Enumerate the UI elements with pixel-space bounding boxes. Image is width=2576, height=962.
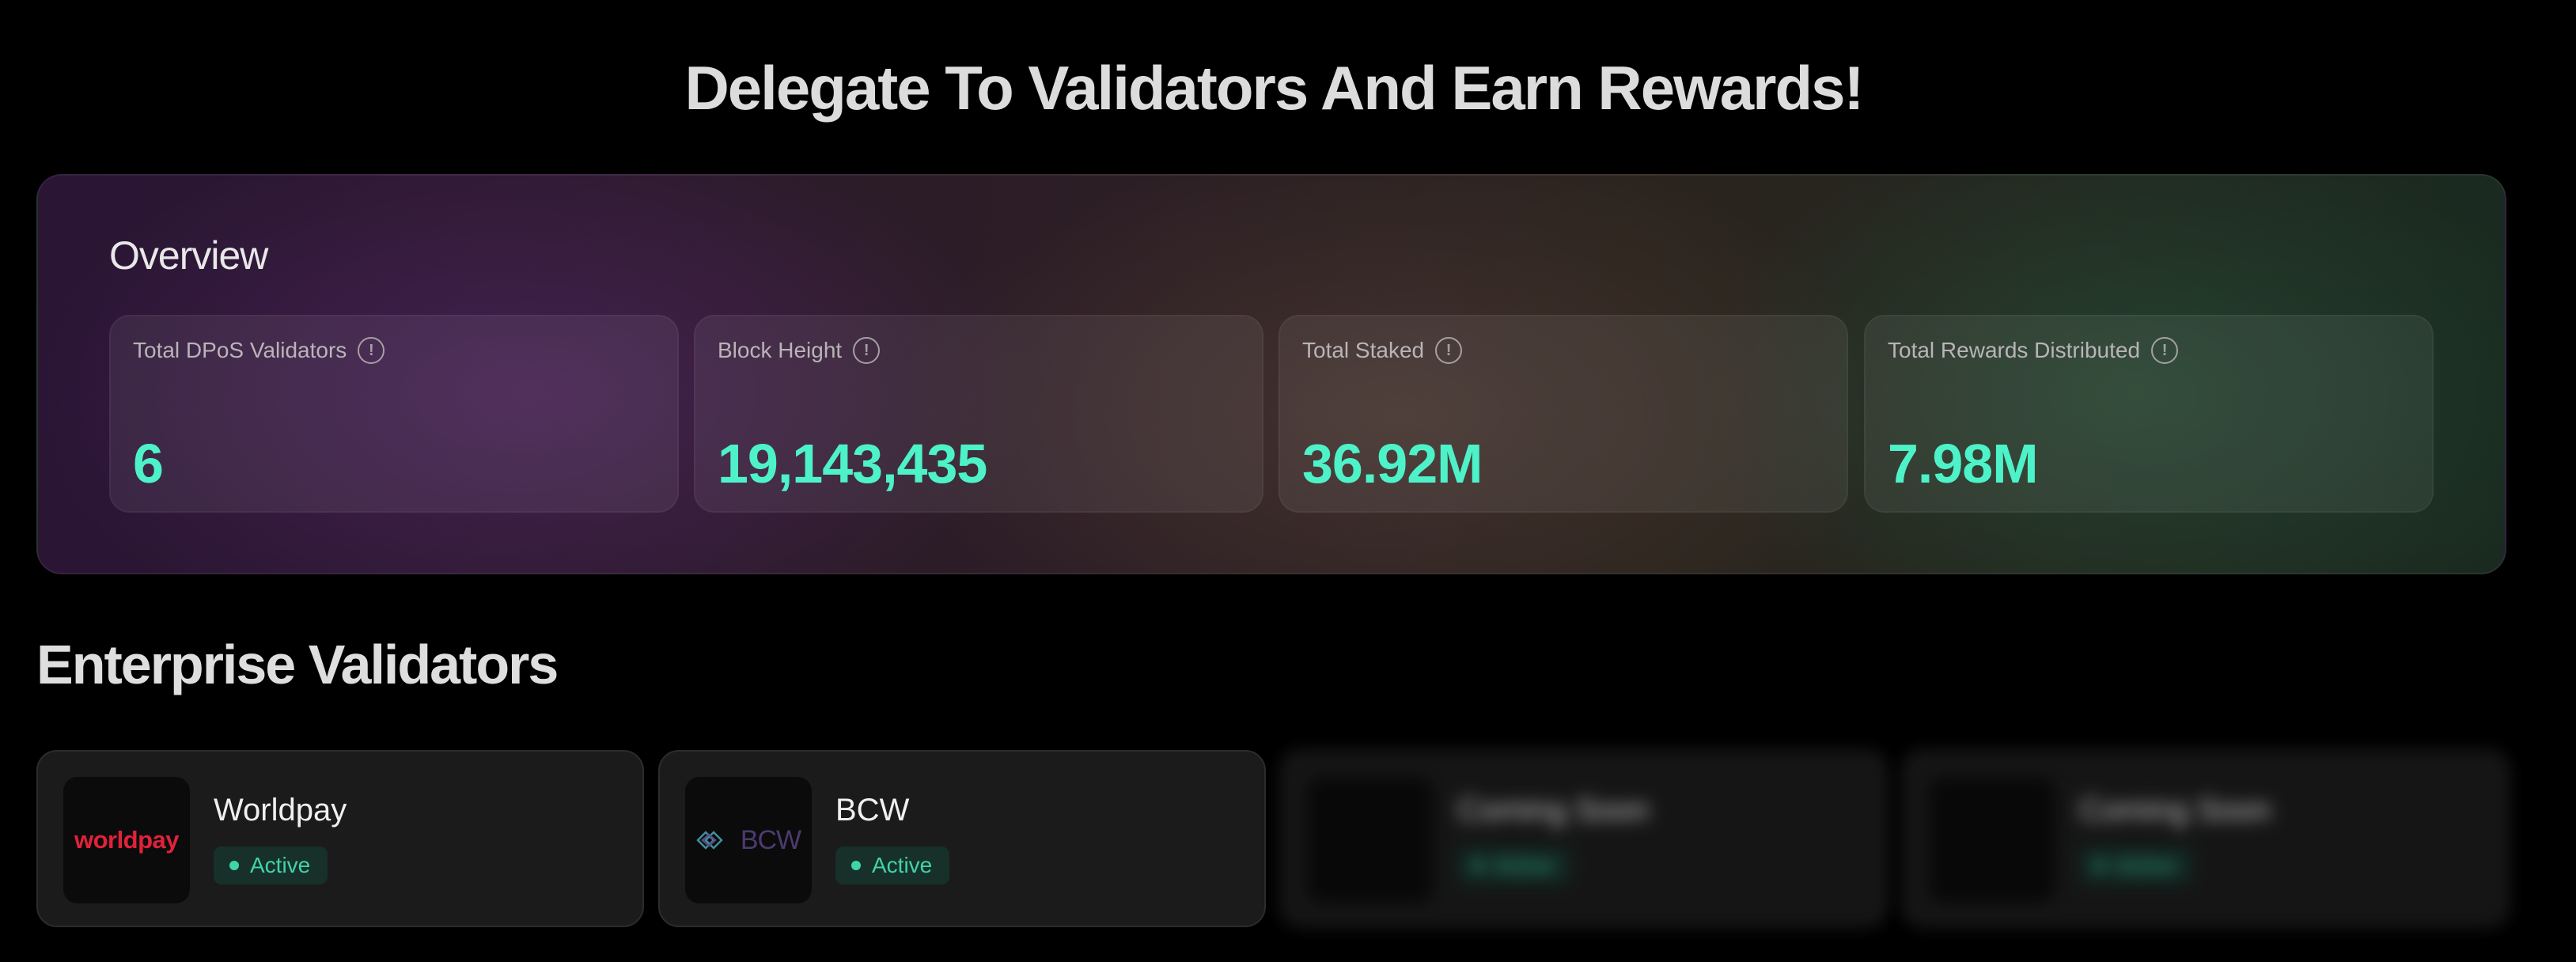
bcw-logo-mark: BCW: [696, 825, 801, 856]
validator-card-coming-soon: Coming Soon Active: [1902, 750, 2510, 927]
status-dot-icon: [851, 861, 861, 870]
validator-card-worldpay[interactable]: worldpay Worldpay Active: [36, 750, 644, 927]
status-badge: Active: [2079, 846, 2194, 884]
bcw-logo-text: BCW: [740, 824, 801, 855]
info-icon[interactable]: !: [1435, 337, 1463, 364]
stat-label: Total Rewards Distributed: [1888, 338, 2141, 362]
info-icon[interactable]: !: [358, 337, 385, 364]
status-dot-icon: [229, 861, 239, 870]
stat-value: 6: [133, 433, 164, 494]
stat-label-row: Total Staked !: [1302, 337, 1463, 364]
status-text: Active: [250, 853, 311, 877]
validator-name: Worldpay: [214, 793, 347, 828]
stat-label-row: Total Rewards Distributed !: [1888, 337, 2179, 364]
page: Delegate To Validators And Earn Rewards!…: [0, 0, 2576, 962]
stat-value: 36.92M: [1302, 433, 1483, 494]
stat-label: Total Staked: [1302, 338, 1425, 362]
status-badge: Active: [1457, 846, 1572, 884]
stat-label-row: Block Height !: [718, 337, 881, 364]
stat-card-total-staked: Total Staked ! 36.92M: [1279, 315, 1848, 513]
status-dot-icon: [1473, 861, 1483, 870]
status-badge: Active: [835, 846, 950, 884]
stat-value: 19,143,435: [718, 433, 987, 494]
stat-label: Total DPoS Validators: [133, 338, 347, 362]
stat-label-row: Total DPoS Validators !: [133, 337, 385, 364]
info-icon[interactable]: !: [2151, 337, 2179, 364]
status-text: Active: [2116, 853, 2176, 877]
worldpay-logo-text: worldpay: [74, 826, 180, 854]
overview-panel: Overview Total DPoS Validators ! 6 Block…: [36, 174, 2506, 574]
placeholder-logo: [1307, 777, 1434, 903]
status-text: Active: [872, 853, 933, 877]
info-icon[interactable]: !: [853, 337, 881, 364]
status-badge: Active: [214, 846, 328, 884]
stat-value: 7.98M: [1888, 433, 2039, 494]
status-text: Active: [1494, 853, 1555, 877]
validator-name: Coming Soon: [2079, 793, 2271, 828]
bcw-diamond-icon: [696, 831, 723, 850]
stat-card-block-height: Block Height ! 19,143,435: [694, 315, 1263, 513]
status-dot-icon: [2095, 861, 2104, 870]
stat-label: Block Height: [718, 338, 843, 362]
validator-name: Coming Soon: [1457, 793, 1650, 828]
stat-card-total-rewards: Total Rewards Distributed ! 7.98M: [1864, 315, 2434, 513]
worldpay-logo: worldpay: [63, 777, 190, 903]
stat-card-validators: Total DPoS Validators ! 6: [109, 315, 679, 513]
placeholder-logo: [1929, 777, 2055, 903]
overview-title: Overview: [109, 233, 268, 278]
validator-card-bcw[interactable]: BCW BCW Active: [658, 750, 1266, 927]
section-title-enterprise-validators: Enterprise Validators: [36, 634, 559, 695]
page-title: Delegate To Validators And Earn Rewards!: [684, 53, 1864, 123]
validator-card-coming-soon: Coming Soon Active: [1280, 750, 1888, 927]
bcw-logo: BCW: [685, 777, 812, 903]
validator-name: BCW: [835, 793, 910, 828]
